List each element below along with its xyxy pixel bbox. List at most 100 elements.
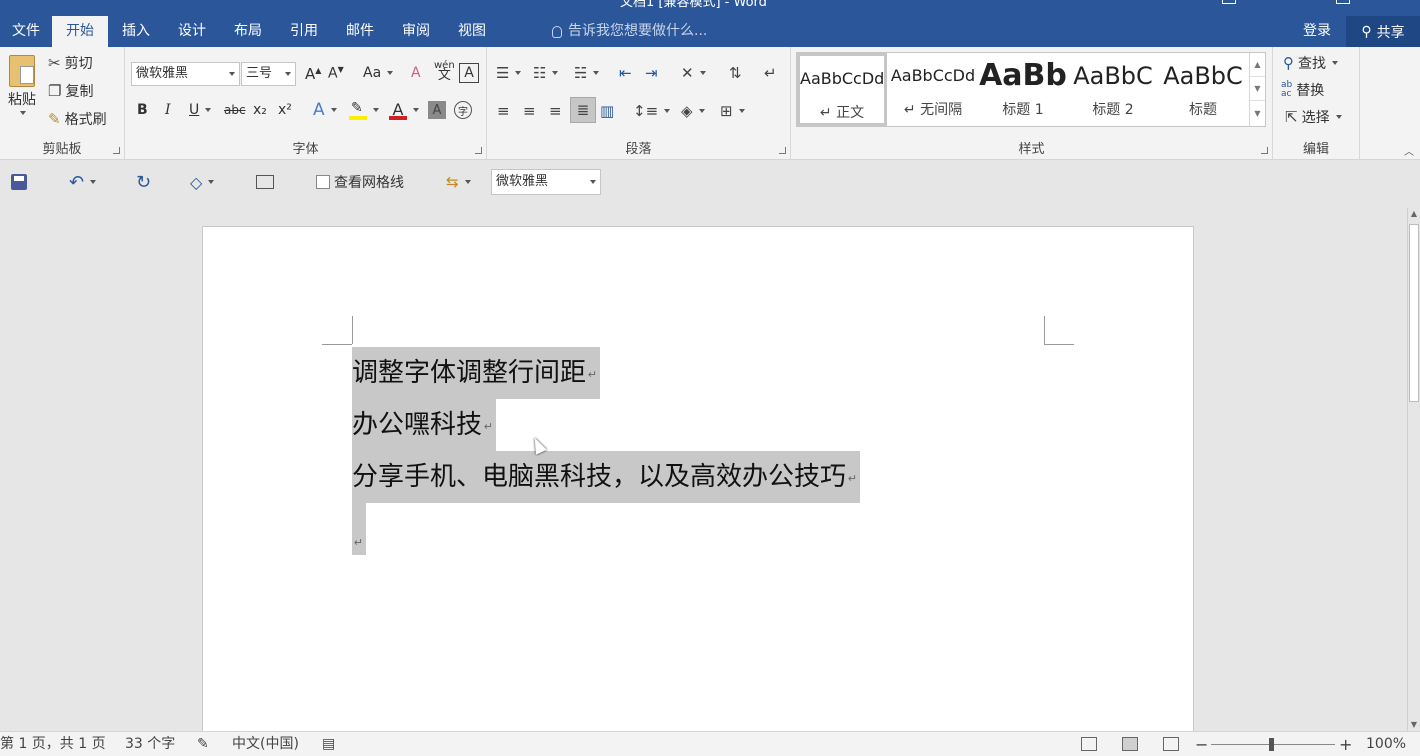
bullets-button[interactable]: ☰ xyxy=(496,64,522,82)
tab-mailings[interactable]: 邮件 xyxy=(332,16,388,47)
font-size-dropdown-icon[interactable] xyxy=(285,72,291,76)
style-heading-1[interactable]: AaBb 标题 1 xyxy=(978,53,1068,126)
superscript-button[interactable]: x² xyxy=(278,102,292,118)
align-left-button[interactable]: ≡ xyxy=(497,102,510,120)
highlight-button[interactable]: ✎ xyxy=(349,100,379,120)
undo-dropdown-icon[interactable] xyxy=(90,180,97,184)
shrink-font-button[interactable]: A▼ xyxy=(328,65,344,82)
line-spacing-button[interactable]: ↕≡ xyxy=(633,102,671,120)
align-center-button[interactable]: ≡ xyxy=(523,102,536,120)
restore-icon[interactable] xyxy=(1336,0,1350,4)
word-count[interactable]: 33 个字 xyxy=(125,732,175,756)
text-effects-button[interactable]: A xyxy=(313,100,337,120)
italic-button[interactable]: I xyxy=(165,102,171,118)
zoom-out-icon[interactable]: − xyxy=(1195,732,1208,756)
vertical-scrollbar[interactable]: ▲ ▼ xyxy=(1407,208,1420,731)
shapes-button[interactable]: ◇ xyxy=(190,161,215,203)
styles-launcher-icon[interactable] xyxy=(1261,147,1268,154)
font-name-combo[interactable]: 微软雅黑 xyxy=(131,62,240,86)
style-title[interactable]: AaBbC 标题 xyxy=(1158,53,1248,126)
login-link[interactable]: 登录 xyxy=(1303,16,1331,47)
bold-button[interactable]: B xyxy=(137,102,148,118)
paste-button[interactable]: 粘贴 xyxy=(4,55,40,125)
shading-button[interactable]: ◈ xyxy=(681,102,705,120)
paragraph-3[interactable]: 分享手机、电脑黑科技，以及高效办公技巧 ↵ xyxy=(352,451,861,503)
paragraph-4[interactable]: ↵ xyxy=(352,503,366,555)
tab-home[interactable]: 开始 xyxy=(52,16,108,47)
style-no-spacing[interactable]: AaBbCcDd ↵ 无间隔 xyxy=(888,53,978,126)
format-painter-button[interactable]: ✎ 格式刷 xyxy=(48,109,107,129)
font-name-dropdown-icon[interactable] xyxy=(229,72,235,76)
cut-button[interactable]: ✂ 剪切 xyxy=(48,53,93,73)
distributed-button[interactable]: ▥ xyxy=(600,102,614,120)
character-shading-button[interactable]: A xyxy=(428,101,446,119)
increase-indent-button[interactable]: ⇥ xyxy=(645,64,658,82)
select-button[interactable]: ⇱ 选择 xyxy=(1285,107,1342,127)
paragraph-1[interactable]: 调整字体调整行间距 ↵ xyxy=(352,347,601,399)
borders-button[interactable]: ⊞ xyxy=(720,102,745,120)
gallery-down-icon[interactable]: ▼ xyxy=(1250,77,1265,101)
change-case-button[interactable]: Aa xyxy=(363,65,394,81)
gallery-up-icon[interactable]: ▲ xyxy=(1250,53,1265,77)
justify-button[interactable]: ≣ xyxy=(570,97,596,123)
minimize-icon[interactable] xyxy=(1222,0,1236,4)
show-marks-button[interactable]: ↵ xyxy=(764,64,777,82)
undo-button[interactable]: ↶ xyxy=(69,161,97,203)
tab-design[interactable]: 设计 xyxy=(164,16,220,47)
subscript-button[interactable]: x₂ xyxy=(253,102,267,118)
paste-dropdown-icon[interactable] xyxy=(20,111,26,115)
save-button[interactable] xyxy=(11,161,27,203)
proofing-icon[interactable]: ✎ xyxy=(197,732,209,756)
macro-record-icon[interactable]: ▤ xyxy=(322,732,335,756)
share-button[interactable]: ⚲ 共享 xyxy=(1346,16,1420,47)
paragraph-settings-button[interactable]: ⇆ xyxy=(446,161,471,203)
qat-font-combo[interactable]: 微软雅黑 xyxy=(491,169,601,195)
multilevel-list-button[interactable]: ☵ xyxy=(574,64,600,82)
collapse-ribbon-icon[interactable]: ︿ xyxy=(1404,143,1414,158)
tab-references[interactable]: 引用 xyxy=(276,16,332,47)
zoom-level[interactable]: 100% xyxy=(1366,732,1406,756)
tab-review[interactable]: 审阅 xyxy=(388,16,444,47)
style-heading-2[interactable]: AaBbC 标题 2 xyxy=(1068,53,1158,126)
find-button[interactable]: ⚲ 查找 xyxy=(1283,53,1338,73)
paragraph-launcher-icon[interactable] xyxy=(779,147,786,154)
shapes-dropdown-icon[interactable] xyxy=(208,180,215,184)
document-page[interactable]: 调整字体调整行间距 ↵ 办公嘿科技 ↵ 分享手机、电脑黑科技，以及高效办公技巧 ↵ ↵ xyxy=(202,226,1194,731)
scroll-down-icon[interactable]: ▼ xyxy=(1408,719,1420,731)
web-layout-icon[interactable] xyxy=(1163,737,1179,751)
clear-format-button[interactable]: A xyxy=(411,65,421,81)
zoom-slider-thumb[interactable] xyxy=(1269,738,1274,751)
font-launcher-icon[interactable] xyxy=(475,147,482,154)
tab-file[interactable]: 文件 xyxy=(0,16,52,47)
gallery-more-icon[interactable]: ▼ xyxy=(1250,101,1265,125)
character-border-button[interactable]: A xyxy=(459,63,479,83)
scroll-thumb[interactable] xyxy=(1409,224,1419,402)
strikethrough-button[interactable]: abc xyxy=(224,103,246,117)
tab-layout[interactable]: 布局 xyxy=(220,16,276,47)
tell-me-search[interactable]: 告诉我您想要做什么... xyxy=(552,16,707,47)
tab-insert[interactable]: 插入 xyxy=(108,16,164,47)
phonetic-guide-button[interactable]: wén 文 xyxy=(434,61,455,83)
redo-button[interactable]: ↻ xyxy=(136,161,151,203)
gridlines-toggle[interactable]: 查看网格线 xyxy=(316,161,404,203)
font-size-combo[interactable]: 三号 xyxy=(241,62,296,86)
align-right-button[interactable]: ≡ xyxy=(549,102,562,120)
paragraph-2[interactable]: 办公嘿科技 ↵ xyxy=(352,399,497,451)
decrease-indent-button[interactable]: ⇤ xyxy=(619,64,632,82)
scroll-up-icon[interactable]: ▲ xyxy=(1408,208,1420,220)
font-color-button[interactable]: A xyxy=(389,100,419,120)
zoom-in-icon[interactable]: + xyxy=(1339,732,1352,756)
text-box-button[interactable] xyxy=(256,161,274,203)
paragraph-settings-dropdown-icon[interactable] xyxy=(464,180,471,184)
style-normal[interactable]: AaBbCcDd ↵ 正文 xyxy=(797,53,887,126)
tab-view[interactable]: 视图 xyxy=(444,16,500,47)
read-mode-icon[interactable] xyxy=(1081,737,1097,751)
gridlines-checkbox[interactable] xyxy=(316,175,330,189)
underline-button[interactable]: U xyxy=(189,102,212,118)
copy-button[interactable]: ❐ 复制 xyxy=(48,81,93,101)
language-indicator[interactable]: 中文(中国) xyxy=(232,732,299,756)
replace-button[interactable]: ab ac 替换 xyxy=(1281,80,1324,100)
grow-font-button[interactable]: A▲ xyxy=(305,65,321,83)
page-count[interactable]: 第 1 页，共 1 页 xyxy=(0,732,106,756)
print-layout-icon[interactable] xyxy=(1122,737,1138,751)
